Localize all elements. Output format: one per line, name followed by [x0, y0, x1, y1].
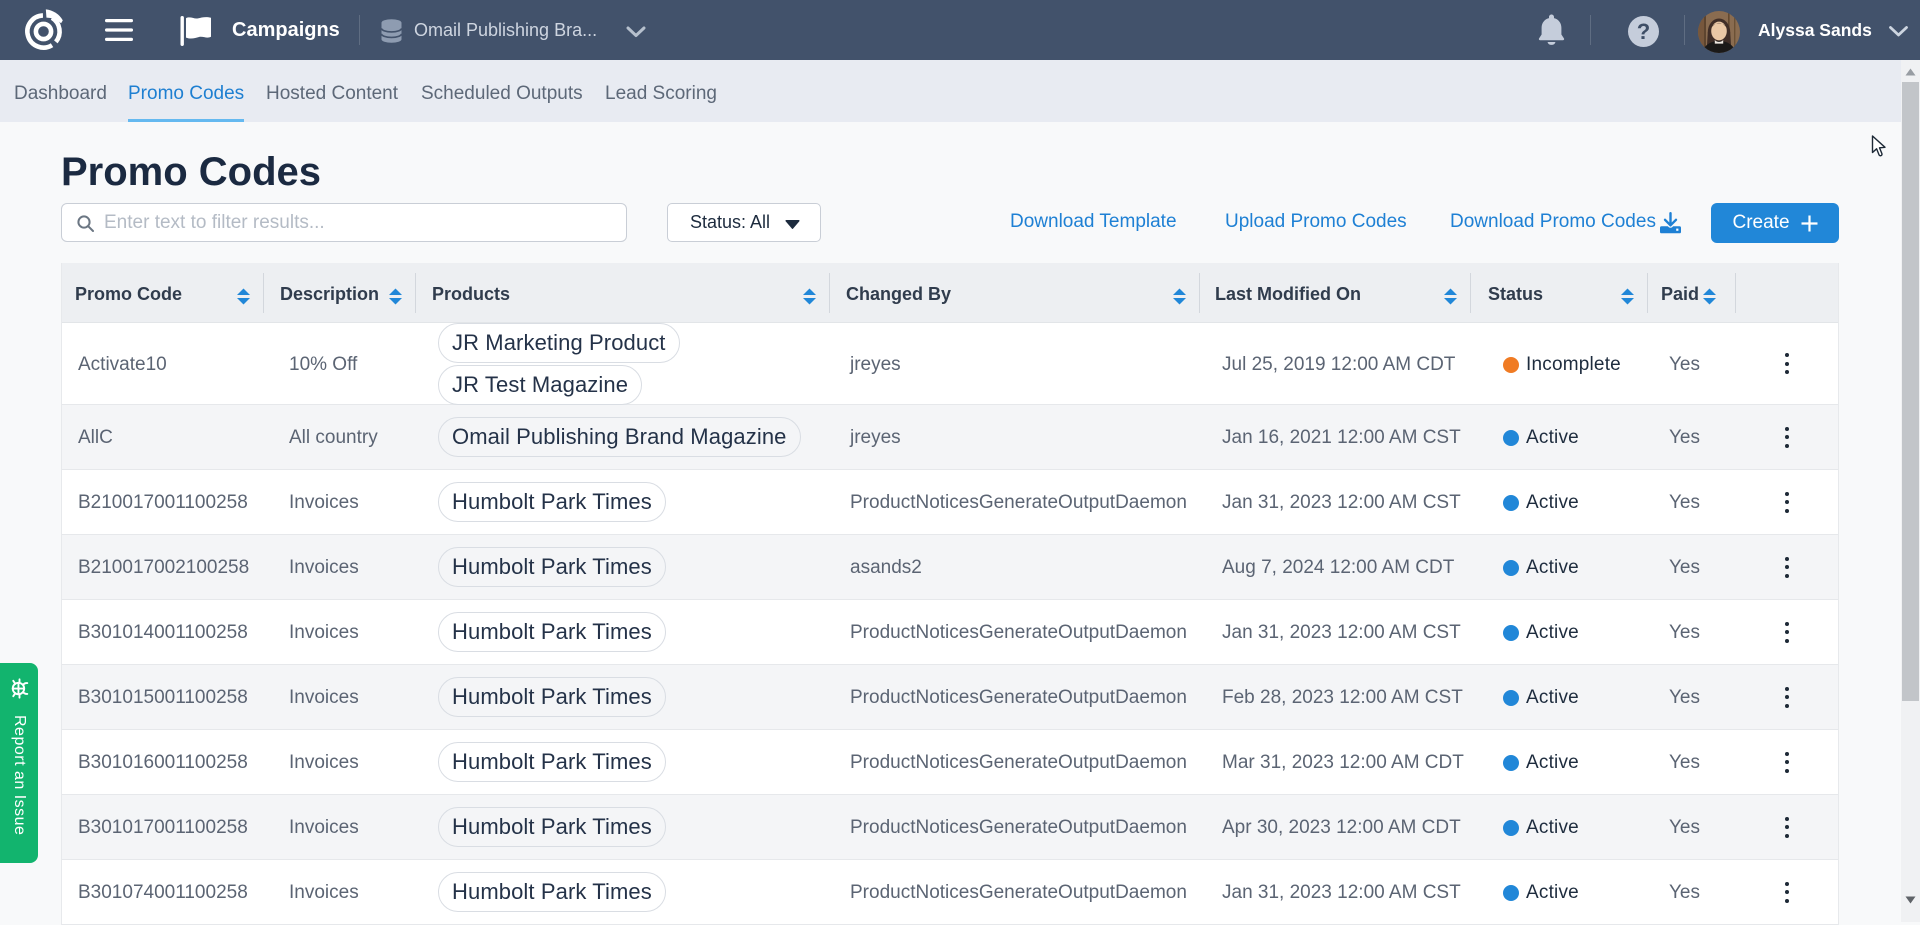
svg-text:?: ? — [1637, 19, 1650, 44]
